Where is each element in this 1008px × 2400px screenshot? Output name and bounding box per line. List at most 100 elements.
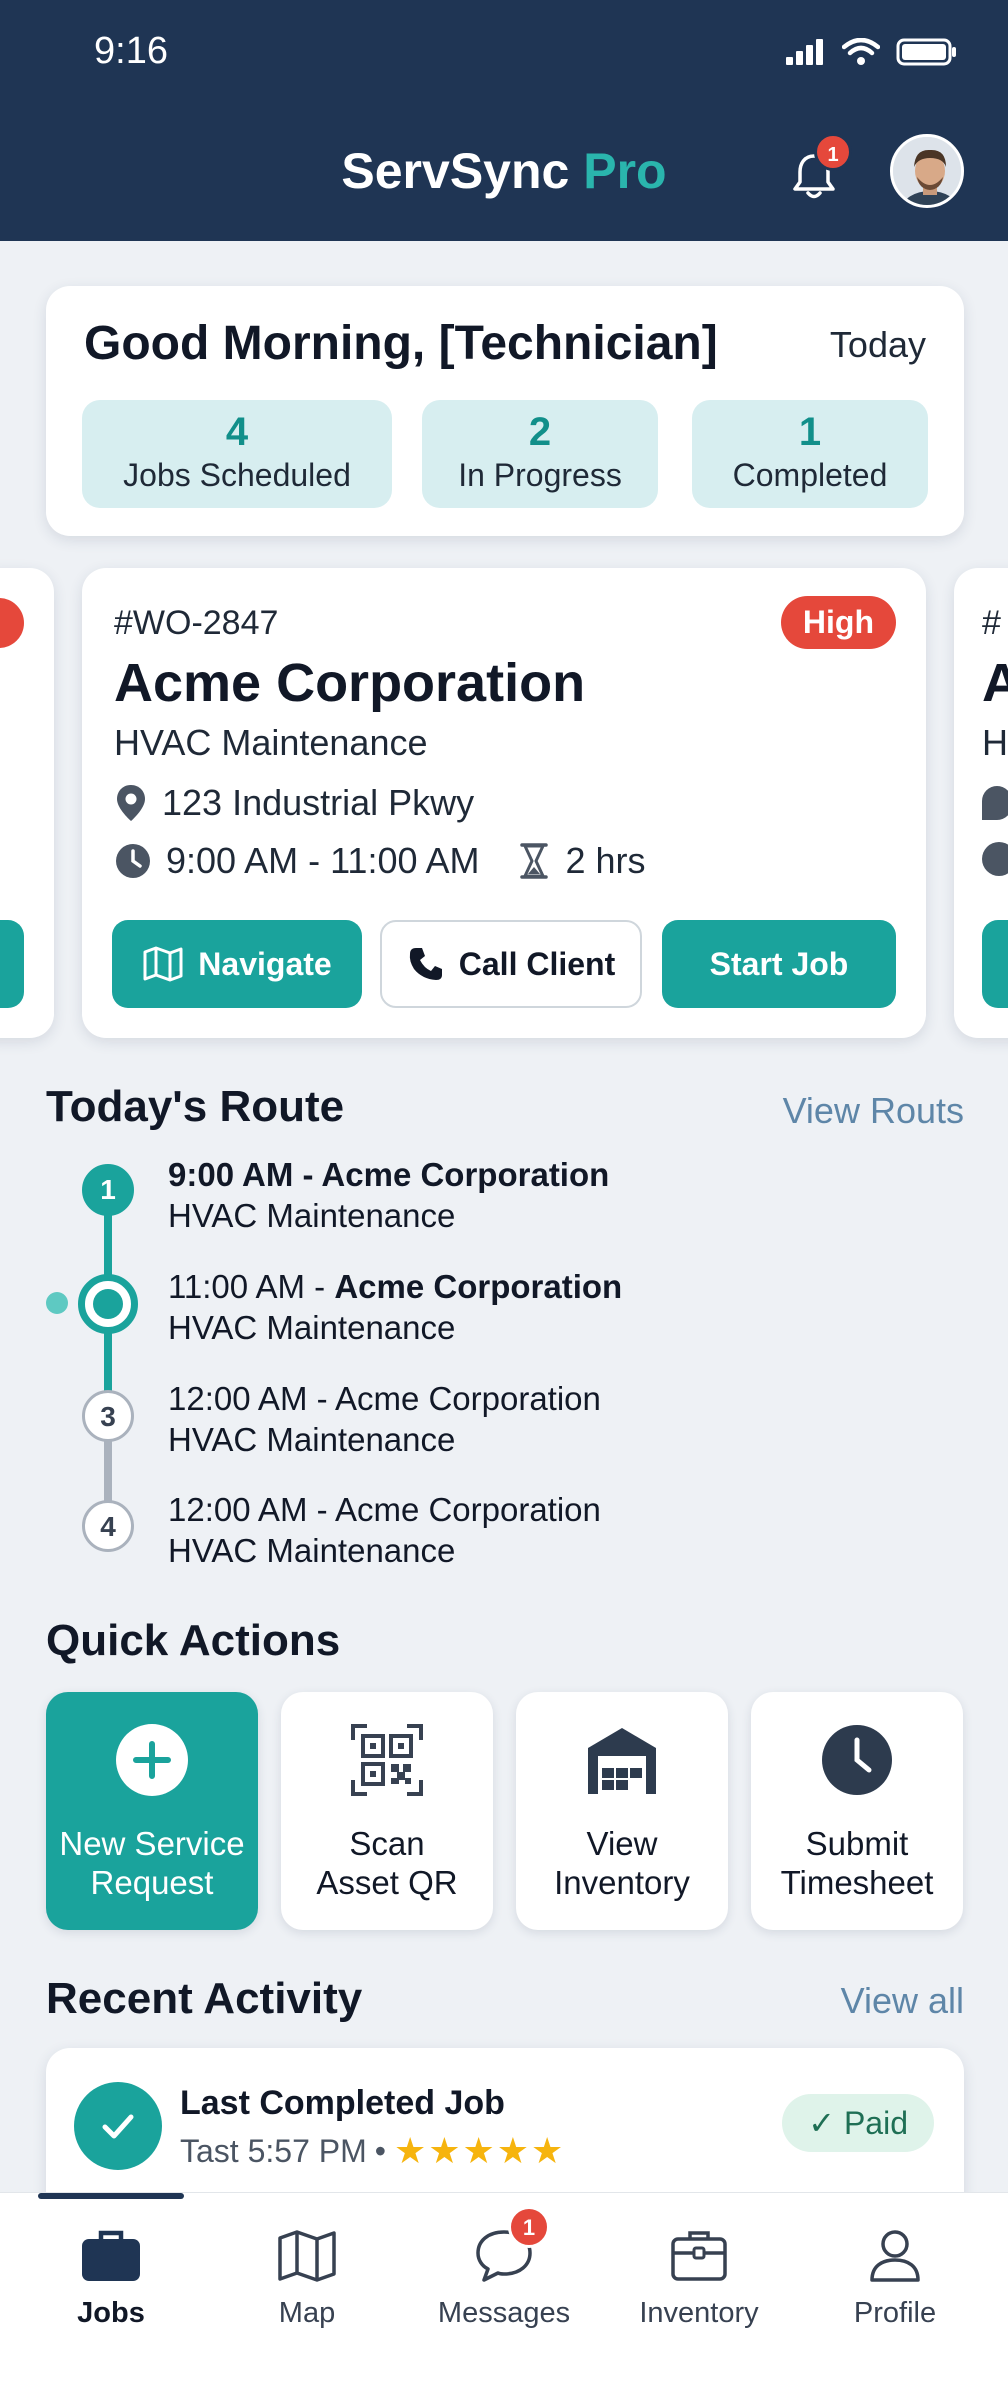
stat-label: In Progress xyxy=(458,457,622,493)
qa-icon-wrap xyxy=(751,1722,963,1802)
route-stop-service: HVAC Maintenance xyxy=(168,1532,456,1569)
client-name: Acme Corporation xyxy=(114,653,586,713)
route-stop-time: 12:00 AM - xyxy=(168,1380,335,1417)
status-icons xyxy=(786,38,958,66)
stat-in-progress[interactable]: 2 In Progress xyxy=(422,400,658,508)
route-stop-client: Acme Corporation xyxy=(321,1156,610,1193)
qa-label: New Service Request xyxy=(46,1824,258,1902)
route-stop-heading: 9:00 AM - Acme Corporation xyxy=(168,1154,609,1195)
qa-label: Submit Timesheet xyxy=(751,1824,963,1902)
qa-label-line1: Submit xyxy=(805,1825,909,1862)
stat-value: 1 xyxy=(798,410,822,454)
qa-label-line2: Request xyxy=(90,1864,214,1901)
star-rating: ★★★★★ xyxy=(393,2130,566,2171)
route-stop-time: 11:00 AM - xyxy=(168,1268,335,1305)
view-inventory-button[interactable]: View Inventory xyxy=(516,1692,728,1930)
activity-time: Tast 5:57 PM xyxy=(180,2132,367,2169)
check-small-icon: ✓ xyxy=(808,2105,836,2141)
tab-icon-wrap xyxy=(805,2223,985,2289)
route-stop-service: HVAC Maintenance xyxy=(168,1421,456,1458)
active-tab-indicator xyxy=(38,2193,184,2199)
route-marker-3: 3 xyxy=(82,1390,134,1442)
tab-icon-wrap xyxy=(21,2223,201,2289)
priority-badge: High xyxy=(780,596,896,649)
current-marker-core xyxy=(93,1289,123,1319)
next-job-card[interactable]: # A H xyxy=(954,568,1008,1038)
tab-label: Profile xyxy=(853,2297,937,2329)
greeting: Good Morning, [Technician] xyxy=(84,317,718,370)
qa-label-line2: Inventory xyxy=(554,1864,690,1901)
peek-client: A xyxy=(982,653,1008,713)
stat-completed[interactable]: 1 Completed xyxy=(692,400,928,508)
view-all-link[interactable]: View all xyxy=(841,1980,964,2022)
stat-value: 2 xyxy=(528,410,552,454)
stat-jobs-scheduled[interactable]: 4 Jobs Scheduled xyxy=(82,400,392,508)
action-button-peek xyxy=(0,920,24,1008)
tab-label: Messages xyxy=(437,2297,571,2329)
qa-icon-wrap xyxy=(281,1722,493,1802)
app-header: 9:16 ServSync Pro 1 xyxy=(0,0,1008,241)
call-client-button[interactable]: Call Client xyxy=(380,920,642,1008)
qa-label-line2: Timesheet xyxy=(780,1864,934,1901)
app-name-suffix: Pro xyxy=(583,143,667,199)
address-row: 123 Industrial Pkwy xyxy=(114,782,474,824)
service-type: HVAC Maintenance xyxy=(114,722,428,763)
submit-timesheet-button[interactable]: Submit Timesheet xyxy=(751,1692,963,1930)
signal-icon xyxy=(786,39,823,65)
battery-icon xyxy=(896,38,956,66)
tab-inventory[interactable]: Inventory xyxy=(609,2223,789,2330)
qa-label: View Inventory xyxy=(516,1824,728,1902)
start-job-button[interactable]: Start Job xyxy=(662,920,896,1008)
peek-wo: # xyxy=(982,604,1001,642)
navigate-label: Navigate xyxy=(198,945,332,982)
route-stop-4[interactable]: 12:00 AM - Acme Corporation HVAC Mainten… xyxy=(168,1489,601,1571)
tab-profile[interactable]: Profile xyxy=(805,2223,985,2330)
map-icon xyxy=(278,2230,336,2282)
qr-code-icon xyxy=(351,1724,423,1796)
hourglass-icon xyxy=(519,843,548,879)
job-card[interactable]: #WO-2847 High Acme Corporation HVAC Main… xyxy=(82,568,926,1038)
duration: 2 hrs xyxy=(565,840,646,881)
tab-messages[interactable]: Messages xyxy=(414,2223,594,2330)
route-stop-3[interactable]: 12:00 AM - Acme Corporation HVAC Mainten… xyxy=(168,1378,601,1460)
qa-label-line2: Asset QR xyxy=(316,1864,458,1901)
stat-label: Jobs Scheduled xyxy=(123,457,351,493)
schedule-row: 9:00 AM - 11:00 AM 2 hrs xyxy=(114,840,646,882)
app-title: ServSync Pro xyxy=(0,142,1008,200)
tab-jobs[interactable]: Jobs xyxy=(21,2223,201,2330)
warehouse-icon xyxy=(588,1728,656,1794)
route-stop-1[interactable]: 9:00 AM - Acme Corporation HVAC Maintena… xyxy=(168,1154,609,1236)
previous-job-card[interactable] xyxy=(0,568,54,1038)
peek-button xyxy=(982,920,1008,1008)
call-client-label: Call Client xyxy=(458,945,616,982)
priority-badge-peek xyxy=(0,598,24,648)
avatar[interactable] xyxy=(890,134,964,208)
route-stop-2[interactable]: 11:00 AM - Acme Corporation HVAC Mainten… xyxy=(168,1266,622,1348)
clock-icon xyxy=(116,844,150,878)
scan-asset-qr-button[interactable]: Scan Asset QR xyxy=(281,1692,493,1930)
bottom-tab-bar: Jobs Map Messages Inventory Profile xyxy=(0,2192,1008,2400)
peek-service: H xyxy=(982,722,1008,763)
paid-status-badge: ✓ Paid xyxy=(782,2094,934,2152)
navigate-button[interactable]: Navigate xyxy=(112,920,362,1008)
tab-label: Map xyxy=(278,2297,336,2329)
plus-circle-icon xyxy=(116,1724,188,1796)
activity-separator: • xyxy=(374,2132,386,2169)
new-service-request-button[interactable]: New Service Request xyxy=(46,1692,258,1930)
messages-badge: 1 xyxy=(508,2206,550,2248)
tab-icon-wrap xyxy=(414,2223,594,2289)
completed-check-icon xyxy=(74,2082,162,2170)
stat-value: 4 xyxy=(225,410,249,454)
qa-label-line1: New Service xyxy=(59,1825,245,1862)
date-label[interactable]: Today xyxy=(830,324,926,366)
route-marker-1: 1 xyxy=(82,1164,134,1216)
check-icon xyxy=(102,2114,134,2139)
map-icon xyxy=(143,946,183,982)
view-routes-link[interactable]: View Routs xyxy=(783,1090,964,1132)
location-pin-icon xyxy=(117,785,145,821)
stat-label: Completed xyxy=(732,457,888,493)
route-stop-time: 12:00 AM - xyxy=(168,1491,335,1528)
route-stop-heading: 11:00 AM - Acme Corporation xyxy=(168,1266,622,1307)
route-stop-service: HVAC Maintenance xyxy=(168,1309,456,1346)
tab-map[interactable]: Map xyxy=(217,2223,397,2330)
